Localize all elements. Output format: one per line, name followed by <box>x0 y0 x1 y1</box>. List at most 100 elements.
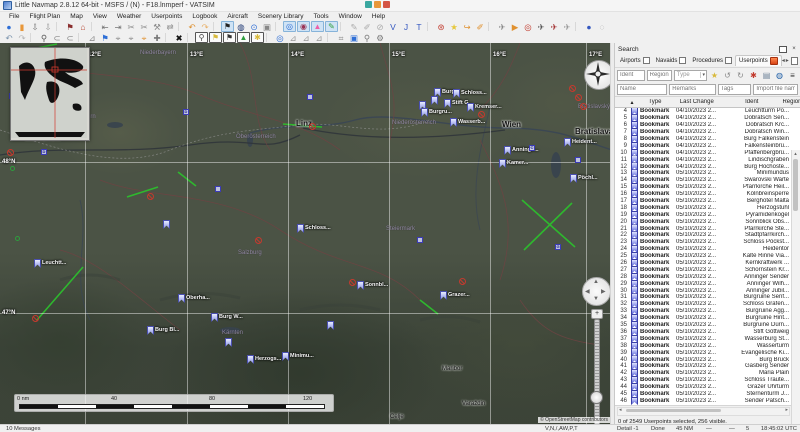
pan-right-icon[interactable]: ▶ <box>601 288 606 295</box>
closed-airport-icon[interactable] <box>478 111 485 118</box>
ident-filter-input[interactable] <box>617 69 645 81</box>
airport-icon[interactable] <box>575 157 581 163</box>
menu-view[interactable]: View <box>88 13 112 20</box>
add-userpoint-button[interactable]: ⚑ <box>99 33 111 43</box>
airport-icon[interactable]: D <box>41 149 47 155</box>
refresh-2-button[interactable]: ↻ <box>735 70 746 81</box>
table-row[interactable]: 4 Bookmark 04/10/2023 2... Leuchtturm Po... <box>615 108 800 116</box>
pan-left-icon[interactable]: ◀ <box>585 288 590 295</box>
route-j-button[interactable]: J <box>400 22 412 32</box>
closed-airport-icon[interactable] <box>575 94 582 101</box>
edit-circle-button[interactable]: ⊙ <box>248 22 260 32</box>
closed-airport-icon[interactable] <box>569 85 576 92</box>
table-row[interactable]: 24 Bookmark 05/10/2023 2... Heidentor <box>615 245 800 254</box>
table-row[interactable]: 7 Bookmark 04/10/2023 2... Dobratsch Win... <box>615 127 800 137</box>
measure-button[interactable]: ⊿ <box>86 33 98 43</box>
table-row[interactable]: 17 Bookmark 05/10/2023 2... Berghotel Malta <box>615 196 800 206</box>
menu-logbook[interactable]: Logbook <box>187 13 222 20</box>
reset-search-button[interactable]: ★ <box>709 70 720 81</box>
select-start-button[interactable]: ⇤ <box>99 22 111 32</box>
flightplan-leg[interactable] <box>419 299 439 315</box>
region-filter-input[interactable] <box>646 69 672 81</box>
route-t-button[interactable]: T <box>413 22 425 32</box>
map-view[interactable]: 12°E13°E14°E15°E16°E17°E48°N47°NMünchenL… <box>0 43 612 424</box>
map-position-button[interactable]: ● <box>3 22 15 32</box>
table-row[interactable]: 36 Bookmark 05/10/2023 2... Stift Göttweig <box>615 327 800 337</box>
table-row[interactable]: 38 Bookmark 05/10/2023 2... Wasserturm <box>615 341 800 350</box>
table-row[interactable]: 45 Bookmark 05/10/2023 2... Sternenturm J..… <box>615 389 800 399</box>
flightplan-leg[interactable] <box>523 202 573 251</box>
menu-map[interactable]: Map <box>65 13 88 20</box>
zoom-in-button[interactable]: + <box>591 309 603 319</box>
pin-orange-button[interactable]: ⌖ <box>138 33 150 43</box>
tags-filter-input[interactable] <box>717 83 752 95</box>
target-blue-button[interactable]: ◎ <box>283 21 296 32</box>
table-row[interactable]: 15 Bookmark 05/10/2023 2... Pfarrkirche Hei… <box>615 183 800 192</box>
home-button[interactable]: ⌂ <box>77 22 89 32</box>
dock-float-button[interactable] <box>779 45 787 53</box>
status-messages[interactable]: 10 Messages <box>6 426 40 432</box>
table-row[interactable]: 33 Bookmark 05/10/2023 2... Burgruine Agg..… <box>615 307 800 316</box>
wand-button[interactable]: ✐ <box>474 22 486 32</box>
closed-airport-icon[interactable] <box>459 278 466 285</box>
closed-airport-icon[interactable] <box>255 237 262 244</box>
pencil-grey-button[interactable]: ✎ <box>348 22 360 32</box>
reverse-button[interactable]: ⇄ <box>164 22 176 32</box>
undo-button[interactable]: ↶ <box>3 33 15 43</box>
aircraft-grey-button[interactable]: ✈ <box>496 22 508 32</box>
closed-airport-icon[interactable] <box>309 123 316 130</box>
dock-close-button[interactable]: × <box>790 46 798 52</box>
toggle-star-button[interactable]: ✱ <box>251 32 264 43</box>
delete-x-button[interactable]: ✖ <box>173 33 185 43</box>
table-row[interactable]: 8 Bookmark 04/10/2023 2... Burg Falkenstein <box>615 134 800 144</box>
triangle-pink-button[interactable]: ▲ <box>311 21 324 32</box>
pin-1-button[interactable]: ⌖ <box>112 33 124 43</box>
aircraft-x1-button[interactable]: ✈ <box>535 22 547 32</box>
table-row[interactable]: 21 Bookmark 05/10/2023 2... Pfarrkirche Ste… <box>615 224 800 233</box>
aircraft-takeoff-button[interactable]: ✈ <box>561 22 573 32</box>
airfield-icon[interactable] <box>15 236 20 241</box>
save-as-button[interactable]: ⇩ <box>42 22 54 32</box>
airport-icon[interactable] <box>417 237 423 243</box>
toggle-terrain-button[interactable]: ▲ <box>237 32 250 43</box>
open-flightplan-button[interactable]: ▮ <box>16 22 28 32</box>
checkbox-blue-button[interactable]: ▣ <box>348 33 360 43</box>
closed-airport-icon[interactable] <box>147 193 154 200</box>
col-ident[interactable]: Ident <box>721 99 782 105</box>
refresh-1-button[interactable]: ↺ <box>722 70 733 81</box>
no-circle-button[interactable]: ⊘ <box>374 22 386 32</box>
closed-airport-icon[interactable] <box>7 149 14 156</box>
table-row[interactable]: 6 Bookmark 04/10/2023 2... Dobratsch Krc... <box>615 121 800 130</box>
table-row[interactable]: 22 Bookmark 05/10/2023 2... Stadtpfarrkirch… <box>615 231 800 240</box>
clip-1-button[interactable]: ⊂ <box>51 33 63 43</box>
menu-aircraft[interactable]: Aircraft <box>222 13 253 20</box>
table-row[interactable]: 46 Bookmark 05/10/2023 2... Sender Patsch..… <box>615 396 800 405</box>
table-row[interactable]: 12 Bookmark 04/10/2023 2... Burg Hochoste..… <box>615 162 800 171</box>
checkered-flag-button[interactable]: ⚑ <box>221 21 234 32</box>
clear-selection-button[interactable]: ✱ <box>748 70 759 81</box>
tab-scroll-arrows[interactable]: ◂ ▸ <box>782 57 789 64</box>
toggle-magnify-button[interactable]: ⚲ <box>195 32 208 43</box>
table-row[interactable]: 11 Bookmark 04/10/2023 2... Lindischgraben <box>615 155 800 164</box>
vscroll-thumb[interactable] <box>793 159 798 211</box>
menu-userpoints[interactable]: Userpoints <box>146 13 187 20</box>
vertical-scrollbar[interactable]: ▴ ▾ <box>791 150 800 432</box>
horizontal-scrollbar[interactable]: ◂ ▸ <box>617 407 790 416</box>
table-row[interactable]: 5 Bookmark 04/10/2023 2... Dobratsch Sen... <box>615 114 800 123</box>
zoom-slider[interactable]: + − <box>590 309 603 424</box>
cut-2-button[interactable]: ✂ <box>138 22 150 32</box>
undo-orange-button[interactable]: ↶ <box>186 22 198 32</box>
menu-flight-plan[interactable]: Flight Plan <box>24 13 65 20</box>
col-last-change[interactable]: Last Change <box>672 99 721 105</box>
target-red-button[interactable]: ◉ <box>297 21 310 32</box>
menu-tools[interactable]: Tools <box>308 13 333 20</box>
closed-airport-icon[interactable] <box>349 279 356 286</box>
table-row[interactable]: 16 Bookmark 05/10/2023 2... Kölnbreinsperre <box>615 189 800 199</box>
hscroll-thumb[interactable] <box>626 409 721 412</box>
type-filter-combo[interactable]: Type ▾ <box>673 69 707 81</box>
closed-airport-icon[interactable] <box>580 103 587 110</box>
table-row[interactable]: 30 Bookmark 05/10/2023 2... Anninger Jubil.… <box>615 286 800 295</box>
tab-checkbox[interactable] <box>725 57 733 64</box>
compass-rose[interactable] <box>584 60 612 90</box>
table-row[interactable]: 39 Bookmark 05/10/2023 2... Evangelische Ki… <box>615 348 800 357</box>
